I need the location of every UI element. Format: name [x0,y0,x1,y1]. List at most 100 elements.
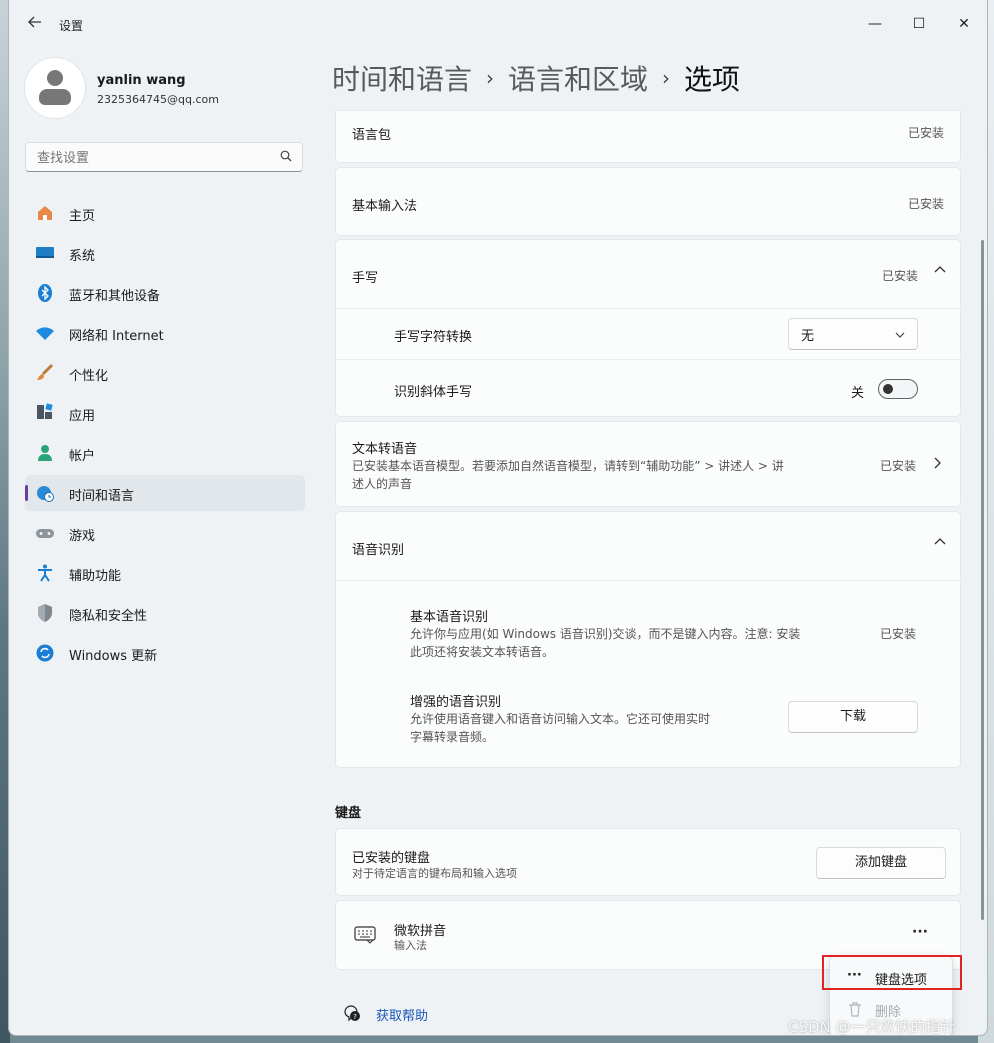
window-title: 设置 [59,19,84,33]
accessibility-icon [35,563,55,583]
user-profile[interactable]: yanlin wang 2325364745@qq.com [25,58,305,118]
page-title: 选项 [684,63,741,96]
watermark: CSDN @一只欢快的指针 [788,1018,956,1036]
add-keyboard-button[interactable]: 添加键盘 [816,847,946,879]
profile-email: 2325364745@qq.com [97,93,219,106]
language-pack-title: 语言包 [352,128,392,143]
chevron-right-icon [932,457,942,473]
sidebar-item-label: 主页 [69,209,96,224]
sidebar-item-label: Windows 更新 [69,649,158,664]
keyboard-heading: 键盘 [335,806,362,821]
bluetooth-icon [35,283,55,303]
basic-input-card: 基本输入法 已安装 [335,167,961,236]
basic-speech-title: 基本语音识别 [410,610,489,625]
sidebar-nav: 主页 系统 蓝牙和其他设备 网络和 Internet 个性化 应用 帐户 时间和… [25,195,305,675]
sidebar-item-label: 辅助功能 [69,569,122,584]
sidebar-item-label: 隐私和安全性 [69,609,148,624]
sidebar-item-bluetooth[interactable]: 蓝牙和其他设备 [25,275,305,311]
search-input[interactable] [35,148,269,168]
search-icon [280,150,292,162]
download-button[interactable]: 下载 [788,701,918,733]
speech-recognition-header[interactable]: 语音识别 [336,512,962,580]
tts-desc-line1: 已安装基本语音模型。若要添加自然语音模型，请转到“辅助功能” > 讲述人 > 讲 [352,459,784,473]
sidebar-item-accessibility[interactable]: 辅助功能 [25,555,305,591]
sidebar-item-system[interactable]: 系统 [25,235,305,271]
title-bar: 设置 — ☐ ✕ [9,0,987,48]
handwriting-status: 已安装 [881,269,918,283]
breadcrumb-separator: › [486,66,495,90]
home-icon [35,203,55,223]
sidebar-item-label: 网络和 Internet [69,329,164,344]
language-pack-card: 语言包 已安装 [335,110,961,163]
svg-text:?: ? [353,1013,357,1021]
select-value: 无 [801,329,815,344]
tts-desc-line2: 述人的声音 [352,477,413,491]
sidebar-item-gaming[interactable]: 游戏 [25,515,305,551]
settings-window: 设置 — ☐ ✕ yanlin wang 2325364745@qq.com 主… [8,0,988,1036]
monitor-icon [35,243,55,263]
apps-icon [35,403,55,423]
basic-input-status: 已安装 [907,197,944,211]
sidebar-item-network[interactable]: 网络和 Internet [25,315,305,351]
sidebar-item-label: 应用 [69,409,96,424]
handwriting-title: 手写 [352,271,379,286]
scrollbar[interactable] [981,240,984,920]
handwriting-card: 手写 已安装 手写字符转换 无 识别斜体手写 关 [335,239,962,417]
person-icon [35,443,55,463]
brush-icon [35,363,55,383]
chevron-up-icon [934,264,946,280]
sidebar-item-privacy[interactable]: 隐私和安全性 [25,595,305,631]
more-options-button[interactable]: ··· [912,924,928,940]
globe-clock-icon [35,483,55,503]
minimize-button[interactable]: — [853,8,897,40]
shield-icon [35,603,55,623]
sidebar-item-home[interactable]: 主页 [25,195,305,231]
keyboard-icon [354,926,376,944]
enhanced-speech-desc-line1: 允许使用语音键入和语音访问输入文本。它还可使用实时 [410,712,711,726]
sidebar-item-windows-update[interactable]: Windows 更新 [25,635,305,671]
installed-keyboards-desc: 对于待定语言的键布局和输入选项 [352,867,517,880]
breadcrumb: 时间和语言 › 语言和区域 › 选项 [332,58,740,98]
sidebar-item-personalization[interactable]: 个性化 [25,355,305,391]
sidebar-item-label: 蓝牙和其他设备 [69,289,161,304]
handwriting-header[interactable]: 手写 已安装 [336,240,962,308]
breadcrumb-language-region[interactable]: 语言和区域 [508,63,648,96]
search-box[interactable] [25,142,303,172]
speech-recognition-title: 语音识别 [352,543,405,558]
highlight-box [822,955,962,990]
italic-handwriting-toggle[interactable] [878,379,918,399]
sidebar-item-label: 帐户 [69,449,96,464]
italic-toggle-state: 关 [851,386,865,401]
basic-speech-desc-line2: 此项还将安装文本转语音。 [410,645,555,659]
sidebar-item-label: 游戏 [69,529,96,544]
sidebar-item-label: 个性化 [69,369,109,384]
tts-card[interactable]: 文本转语音 已安装基本语音模型。若要添加自然语音模型，请转到“辅助功能” > 讲… [335,421,961,507]
close-button[interactable]: ✕ [942,8,986,40]
chevron-down-icon [895,332,905,338]
maximize-button[interactable]: ☐ [897,8,941,40]
installed-keyboards-title: 已安装的键盘 [352,851,431,866]
wifi-icon [35,323,55,343]
sidebar-item-time-language[interactable]: 时间和语言 [25,475,305,511]
basic-speech-status: 已安装 [879,627,916,641]
enhanced-speech-desc-line2: 字幕转录音频。 [410,730,495,744]
sidebar-item-accounts[interactable]: 帐户 [25,435,305,471]
active-indicator [25,485,28,501]
update-icon [35,643,55,663]
back-arrow-icon[interactable] [25,14,45,34]
language-pack-status: 已安装 [907,126,944,140]
italic-handwriting-label: 识别斜体手写 [394,385,473,400]
get-help-label: 获取帮助 [376,1009,429,1024]
avatar [25,58,85,118]
sidebar-item-label: 系统 [69,249,96,264]
basic-speech-desc-line1: 允许你与应用(如 Windows 语音识别)交谈，而不是键入内容。注意: 安装 [410,627,801,641]
trash-icon [849,1002,861,1017]
breadcrumb-time-language[interactable]: 时间和语言 [332,63,472,96]
keyboard-item-type: 输入法 [394,939,427,952]
help-icon: ? [344,1005,360,1022]
installed-keyboards-card: 已安装的键盘 对于待定语言的键布局和输入选项 添加键盘 [335,828,961,896]
basic-input-title: 基本输入法 [352,199,418,214]
sidebar-item-apps[interactable]: 应用 [25,395,305,431]
handwriting-convert-select[interactable]: 无 [788,318,918,350]
chevron-up-icon [934,536,946,552]
